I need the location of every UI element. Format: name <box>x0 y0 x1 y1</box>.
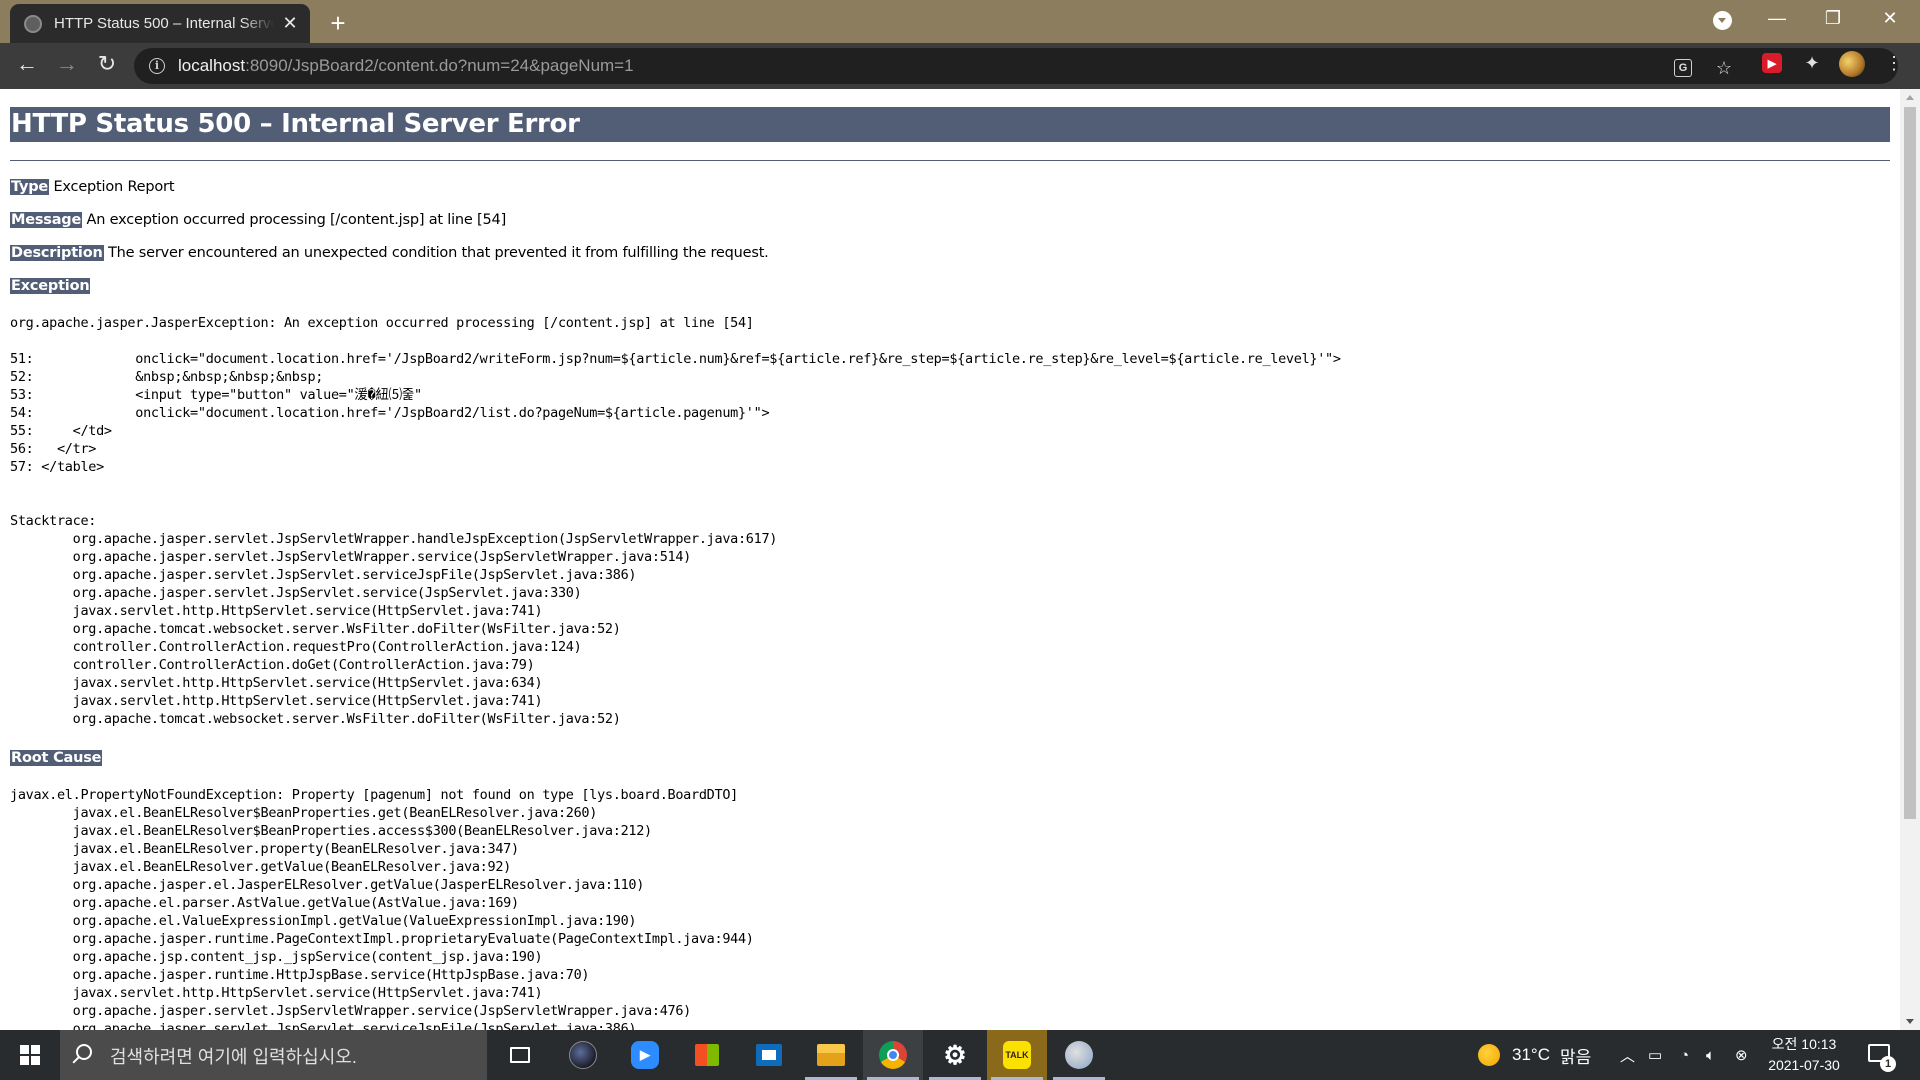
chevron-up-icon[interactable]: ︿ <box>1620 1030 1635 1080</box>
clock-time: 오전 10:13 <box>1771 1036 1837 1052</box>
scroll-up-arrow-icon[interactable] <box>1906 95 1914 100</box>
page-content: HTTP Status 500 – Internal Server Error … <box>0 89 1900 1030</box>
scroll-down-arrow-icon[interactable] <box>1906 1019 1914 1024</box>
wifi-icon[interactable]: ◔ <box>1680 1030 1689 1080</box>
description-label: Description <box>10 245 104 261</box>
profile-avatar[interactable] <box>1839 51 1865 77</box>
tab-close-icon[interactable]: ✕ <box>280 13 300 34</box>
divider <box>10 160 1890 161</box>
message-row: Message An exception occurred processing… <box>10 204 1900 237</box>
tab-title: HTTP Status 500 – Internal Server Error <box>54 15 274 32</box>
url-host: localhost <box>178 56 246 75</box>
globe-favicon-icon <box>24 14 42 33</box>
taskbar: 검색하려면 여기에 입력하십시오. ▶ ⚙ TALK 31°C 맑음 ︿ ▭ ◔… <box>0 1030 1920 1080</box>
root-cause-stacktrace: javax.el.PropertyNotFoundException: Prop… <box>10 787 754 1030</box>
notification-badge: 1 <box>1880 1056 1896 1072</box>
reload-icon[interactable]: ↻ <box>92 51 122 77</box>
vertical-scrollbar[interactable] <box>1900 89 1920 1030</box>
task-view-icon[interactable] <box>490 1030 550 1080</box>
volume-icon[interactable]: 🔈︎ <box>1706 1030 1715 1080</box>
settings-icon[interactable]: ⚙ <box>925 1030 985 1080</box>
tab-strip: HTTP Status 500 – Internal Server Error … <box>0 0 1920 43</box>
url-path: :8090/JspBoard2/content.do?num=24&pageNu… <box>245 56 634 75</box>
minimize-button[interactable]: — <box>1762 8 1792 29</box>
tab-search-icon[interactable] <box>1713 11 1732 30</box>
taskbar-search[interactable]: 검색하려면 여기에 입력하십시오. <box>60 1030 487 1080</box>
sun-icon <box>1478 1044 1500 1066</box>
root-cause-label: Root Cause <box>10 750 103 766</box>
message-label: Message <box>10 212 83 228</box>
exception-stacktrace: org.apache.jasper.JasperException: An ex… <box>10 315 1341 727</box>
puzzle-icon[interactable]: ✦ <box>1801 52 1823 74</box>
type-value: Exception Report <box>53 179 175 195</box>
status-x-icon[interactable]: ⊗ <box>1735 1030 1748 1080</box>
start-button[interactable] <box>10 1030 50 1080</box>
star-icon[interactable]: ☆ <box>1713 57 1735 79</box>
scroll-thumb[interactable] <box>1904 107 1916 819</box>
description-value: The server encountered an unexpected con… <box>108 245 769 261</box>
exception-row: Exception <box>10 270 1900 303</box>
root-cause-row: Root Cause <box>10 742 1900 775</box>
search-icon <box>76 1044 92 1060</box>
zoom-icon[interactable]: ▶ <box>615 1030 675 1080</box>
close-window-button[interactable]: ✕ <box>1875 8 1905 29</box>
weather-desc: 맑음 <box>1559 1047 1592 1067</box>
paint-icon[interactable] <box>1049 1030 1109 1080</box>
type-row: Type Exception Report <box>10 171 1900 204</box>
battery-icon[interactable]: ▭ <box>1648 1030 1662 1080</box>
description-row: Description The server encountered an un… <box>10 237 1900 270</box>
page-title: HTTP Status 500 – Internal Server Error <box>10 107 1890 142</box>
whiteboard-icon[interactable] <box>739 1030 799 1080</box>
search-placeholder: 검색하려면 여기에 입력하십시오. <box>110 1047 357 1067</box>
new-tab-button[interactable]: + <box>326 8 350 39</box>
info-icon[interactable]: i <box>149 58 165 74</box>
back-arrow-icon[interactable]: ← <box>12 51 42 77</box>
address-bar[interactable]: i localhost:8090/JspBoard2/content.do?nu… <box>134 48 1898 84</box>
restore-button[interactable]: ❐ <box>1818 8 1848 29</box>
browser-toolbar: ← → ↻ i localhost:8090/JspBoard2/content… <box>0 43 1920 89</box>
chrome-icon[interactable] <box>863 1030 923 1080</box>
translate-icon[interactable]: G <box>1674 59 1692 77</box>
extension-icon[interactable]: ▶ <box>1762 53 1782 73</box>
message-value: An exception occurred processing [/conte… <box>86 212 507 228</box>
kakaotalk-icon[interactable]: TALK <box>987 1030 1047 1080</box>
exception-label: Exception <box>10 278 91 294</box>
obs-icon[interactable] <box>553 1030 613 1080</box>
weather-temp: 31°C <box>1512 1045 1550 1064</box>
active-tab[interactable]: HTTP Status 500 – Internal Server Error … <box>10 4 310 43</box>
kebab-menu-icon[interactable]: ⋮ <box>1883 52 1905 74</box>
clock[interactable]: 오전 10:13 2021-07-30 <box>1756 1034 1852 1076</box>
windows-logo-icon <box>20 1045 40 1065</box>
clock-date: 2021-07-30 <box>1768 1057 1840 1073</box>
forward-arrow-icon[interactable]: → <box>52 51 82 77</box>
url-text[interactable]: localhost:8090/JspBoard2/content.do?num=… <box>178 56 634 76</box>
store-icon[interactable] <box>677 1030 737 1080</box>
weather-widget[interactable]: 31°C 맑음 <box>1478 1030 1591 1080</box>
type-label: Type <box>10 179 50 195</box>
file-explorer-icon[interactable] <box>801 1030 861 1080</box>
